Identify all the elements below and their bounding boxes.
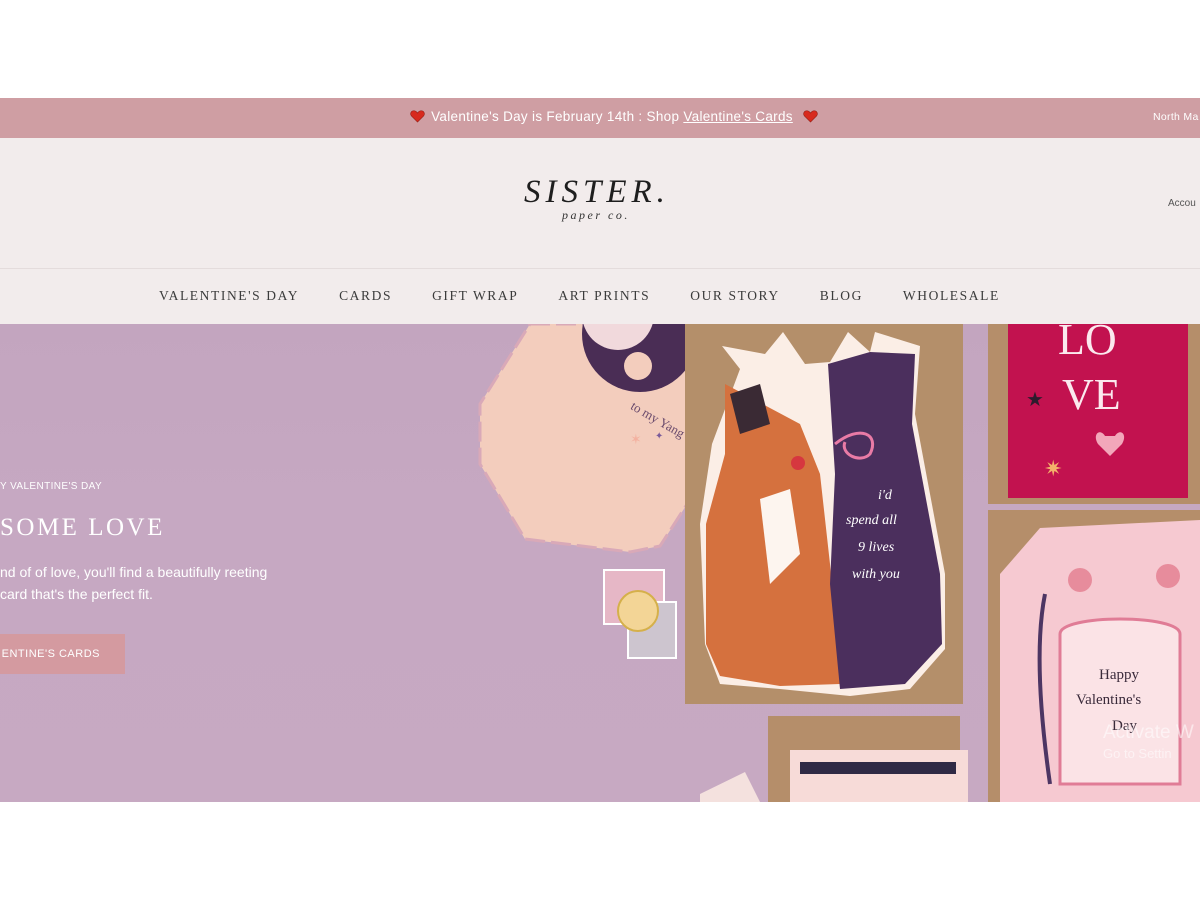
heart-icon xyxy=(803,110,818,123)
nav-item-art-prints[interactable]: ART PRINTS xyxy=(558,288,650,304)
logo[interactable]: SISTER. paper co. xyxy=(524,174,724,223)
hero-title: SOME LOVE xyxy=(0,514,165,541)
nav-item-cards[interactable]: CARDS xyxy=(339,288,392,304)
activation-watermark: Activate W Go to Settin xyxy=(1103,722,1194,761)
svg-text:Valentine's: Valentine's xyxy=(1076,692,1141,708)
svg-text:VE: VE xyxy=(1062,370,1121,419)
watermark-subtitle: Go to Settin xyxy=(1103,746,1172,761)
valentines-cards-link[interactable]: Valentine's Cards xyxy=(683,109,792,124)
logo-subtitle: paper co. xyxy=(562,208,630,222)
nav-item-valentines-day[interactable]: VALENTINE'S DAY xyxy=(159,288,299,304)
bottom-cards xyxy=(700,716,968,802)
nav-item-wholesale[interactable]: WHOLESALE xyxy=(903,288,1000,304)
svg-text:✦: ✦ xyxy=(655,431,663,442)
heart-icon xyxy=(410,110,425,123)
shop-valentines-cards-button[interactable]: ENTINE'S CARDS xyxy=(0,634,125,674)
page-bottom-blank xyxy=(0,802,1200,900)
svg-text:★: ★ xyxy=(1026,389,1044,411)
yang-card: to my Yang ✶ ✦ xyxy=(478,324,702,554)
account-link[interactable]: Accou xyxy=(1168,198,1200,209)
hero-eyebrow: Y VALENTINE'S DAY xyxy=(0,481,103,492)
stamp-decor xyxy=(603,569,677,659)
announcement-message: Valentine's Day is February 14th : Shop … xyxy=(0,109,1200,124)
main-nav: VALENTINE'S DAY CARDS GIFT WRAP ART PRIN… xyxy=(0,268,1200,324)
nav-item-gift-wrap[interactable]: GIFT WRAP xyxy=(432,288,518,304)
watermark-title: Activate W xyxy=(1103,722,1194,743)
announcement-text: Valentine's Day is February 14th : Shop xyxy=(431,109,684,124)
announcement-bar: Valentine's Day is February 14th : Shop … xyxy=(0,98,1200,138)
nav-item-blog[interactable]: BLOG xyxy=(820,288,863,304)
svg-text:LO: LO xyxy=(1058,324,1117,364)
site-header: SISTER. paper co. Accou xyxy=(0,138,1200,268)
svg-text:Happy: Happy xyxy=(1099,667,1139,683)
region-selector[interactable]: North Ma xyxy=(1153,111,1200,123)
svg-text:with you: with you xyxy=(852,567,900,582)
svg-text:spend all: spend all xyxy=(846,513,897,528)
svg-text:9 lives: 9 lives xyxy=(858,540,895,555)
svg-text:✷: ✷ xyxy=(1044,456,1062,481)
logo-wordmark: SISTER. xyxy=(524,174,670,210)
cat-card: i'd spend all 9 lives with you xyxy=(700,332,945,696)
love-card: LO VE ★ ✷ xyxy=(988,324,1200,504)
svg-text:i'd: i'd xyxy=(878,488,893,503)
nav-item-our-story[interactable]: OUR STORY xyxy=(690,288,780,304)
hero-description: nd of of love, you'll find a beautifully… xyxy=(0,564,268,602)
svg-text:✶: ✶ xyxy=(630,431,642,447)
hero-banner: to my Yang ✶ ✦ i'd spend all 9 lives wit… xyxy=(0,324,1200,802)
page: Valentine's Day is February 14th : Shop … xyxy=(0,0,1200,900)
